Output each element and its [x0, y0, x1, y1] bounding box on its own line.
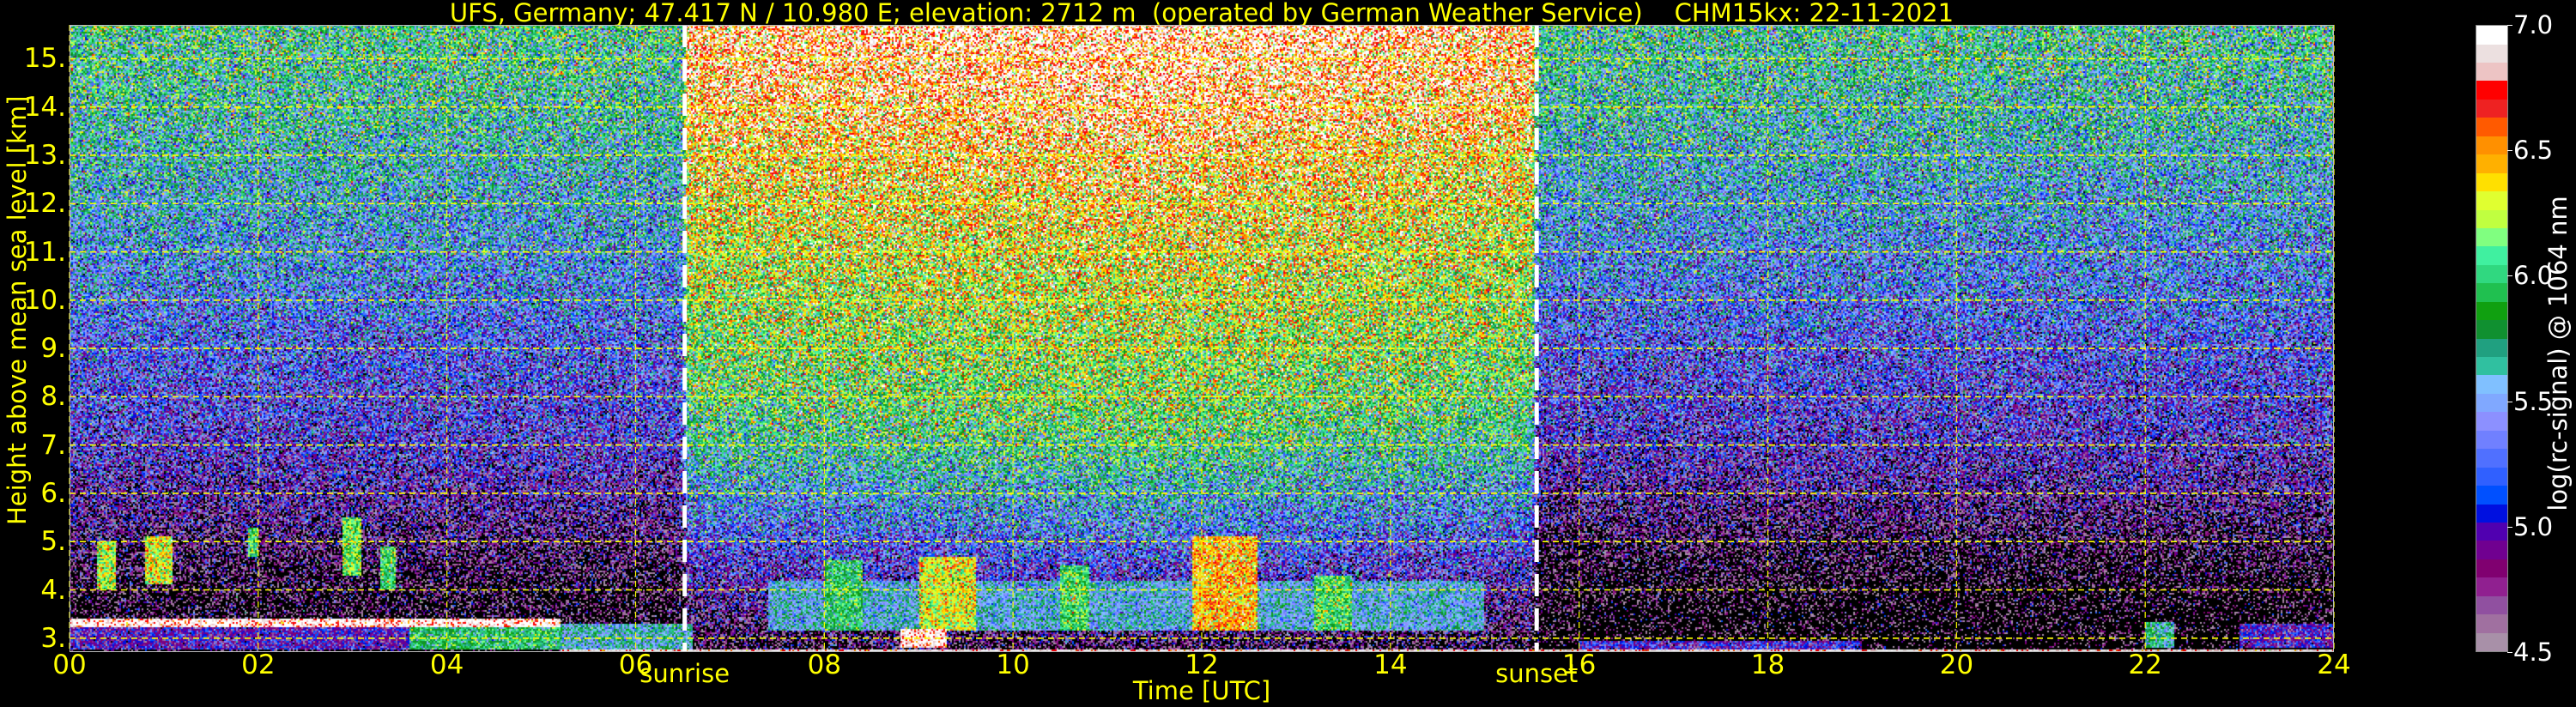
colorbar-tick-label: 4.5: [2513, 638, 2554, 667]
colorbar-segment: [2476, 81, 2507, 100]
y-tick-label: 5.: [40, 526, 66, 558]
colorbar-segment: [2476, 209, 2507, 228]
colorbar: [2476, 25, 2508, 652]
colorbar-tick-mark: [2507, 275, 2512, 277]
y-tick-label: 9.: [40, 333, 66, 365]
colorbar-tick-label: 7.0: [2513, 10, 2554, 39]
colorbar-segment: [2476, 522, 2507, 541]
colorbar-tick-mark: [2507, 526, 2512, 528]
colorbar-tick-mark: [2507, 150, 2512, 152]
y-tick-label: 14.: [23, 91, 66, 123]
plot-overlay: [69, 25, 2335, 652]
colorbar-segment: [2476, 357, 2507, 376]
y-tick-label: 11.: [23, 236, 66, 268]
colorbar-segment: [2476, 99, 2507, 118]
y-tick-label: 10.: [23, 284, 66, 316]
colorbar-segment: [2476, 264, 2507, 284]
y-tick-label: 8.: [40, 381, 66, 413]
y-tick-label: 7.: [40, 429, 66, 461]
colorbar-segment: [2476, 614, 2507, 633]
colorbar-segment: [2476, 154, 2507, 173]
y-tick-label: 12.: [23, 188, 66, 220]
colorbar-segment: [2476, 375, 2507, 394]
y-tick-label: 4.: [40, 574, 66, 606]
colorbar-segment: [2476, 541, 2507, 559]
colorbar-segment: [2476, 301, 2507, 321]
colorbar-tick-mark: [2507, 652, 2512, 653]
colorbar-segment: [2476, 118, 2507, 136]
colorbar-segment: [2476, 26, 2507, 45]
colorbar-segment: [2476, 430, 2507, 450]
plot-area: [69, 25, 2335, 652]
colorbar-segment: [2476, 283, 2507, 302]
colorbar-segment: [2476, 246, 2507, 265]
colorbar-segment: [2476, 449, 2507, 468]
colorbar-segment: [2476, 412, 2507, 431]
colorbar-tick-mark: [2507, 25, 2512, 26]
colorbar-segment: [2476, 63, 2507, 82]
y-tick-label: 6.: [40, 477, 66, 509]
colorbar-segment: [2476, 632, 2507, 651]
y-axis-label: Height above mean sea level [km]: [3, 95, 32, 525]
colorbar-segment: [2476, 172, 2507, 192]
colorbar-segment: [2476, 338, 2507, 357]
colorbar-segment: [2476, 393, 2507, 413]
colorbar-segment: [2476, 486, 2507, 505]
colorbar-tick-label: 6.5: [2513, 136, 2554, 166]
colorbar-segment: [2476, 320, 2507, 339]
colorbar-segment: [2476, 136, 2507, 155]
colorbar-segment: [2476, 44, 2507, 63]
colorbar-segment: [2476, 595, 2507, 615]
chart-title: UFS, Germany; 47.417 N / 10.980 E; eleva…: [449, 0, 1955, 27]
colorbar-segment: [2476, 191, 2507, 210]
colorbar-segment: [2476, 577, 2507, 596]
y-tick-label: 13.: [23, 139, 66, 171]
colorbar-segment: [2476, 227, 2507, 247]
colorbar-label: log(rc-signal) @ 1064 nm: [2543, 196, 2573, 511]
colorbar-segment: [2476, 504, 2507, 523]
x-axis-label: Time [UTC]: [1132, 676, 1271, 705]
colorbar-segment: [2476, 467, 2507, 486]
y-tick-label: 3.: [40, 622, 66, 654]
y-tick-label: 15.: [23, 43, 66, 75]
colorbar-segment: [2476, 559, 2507, 578]
